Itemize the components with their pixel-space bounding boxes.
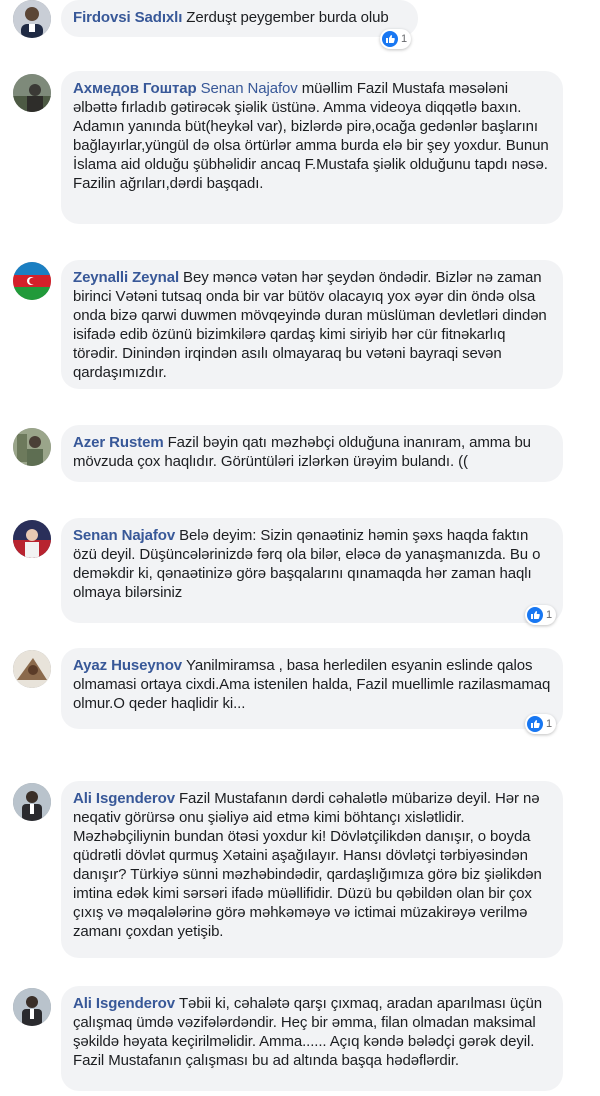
reaction-count[interactable]: 1 xyxy=(380,29,412,49)
like-icon xyxy=(382,31,398,47)
avatar[interactable] xyxy=(13,428,51,466)
comment-author[interactable]: Firdovsi Sadıxlı xyxy=(73,9,182,26)
comment-bubble: Firdovsi Sadıxlı Zerduşt peygember burda … xyxy=(61,0,418,37)
comment-author[interactable]: Ali Isgenderov xyxy=(73,790,175,807)
comment-bubble: Ахмедов Гоштар Senan Najafov müəllim Fazi… xyxy=(61,71,563,224)
comment-text: Fazil Mustafanın dərdi cəhalətlə mübariz… xyxy=(73,790,542,940)
comment-author[interactable]: Azer Rustem xyxy=(73,434,164,451)
avatar[interactable] xyxy=(13,0,51,38)
comment-bubble: Ayaz Huseynov Yanilmiramsa , basa herledi… xyxy=(61,648,563,729)
mention-link[interactable]: Senan Najafov xyxy=(201,80,298,97)
avatar[interactable] xyxy=(13,262,51,300)
avatar[interactable] xyxy=(13,520,51,558)
avatar[interactable] xyxy=(13,988,51,1026)
comment-bubble: Senan Najafov Belə deyim: Sizin qənaətini… xyxy=(61,518,563,623)
like-icon xyxy=(527,716,543,732)
comment-author[interactable]: Ахмедов Гоштар xyxy=(73,80,197,97)
reaction-number: 1 xyxy=(546,718,553,730)
comment-bubble: Zeynalli Zeynal Bey məncə vətən hər şeydə… xyxy=(61,260,563,389)
reaction-count[interactable]: 1 xyxy=(525,605,557,625)
avatar[interactable] xyxy=(13,783,51,821)
comment-author[interactable]: Zeynalli Zeynal xyxy=(73,269,179,286)
comment-author[interactable]: Ali Isgenderov xyxy=(73,995,175,1012)
comment-text: Zerduşt peygember burda olub xyxy=(186,9,389,26)
reaction-number: 1 xyxy=(401,33,408,45)
comment-author[interactable]: Senan Najafov xyxy=(73,527,175,544)
comment-bubble: Azer Rustem Fazil bəyin qatı məzhəbçi old… xyxy=(61,425,563,482)
reaction-number: 1 xyxy=(546,609,553,621)
reaction-count[interactable]: 1 xyxy=(525,714,557,734)
comment-bubble: Ali Isgenderov Təbii ki, cəhalətə qarşı ç… xyxy=(61,986,563,1091)
comment-bubble: Ali Isgenderov Fazil Mustafanın dərdi cəh… xyxy=(61,781,563,958)
comment-text-line: Fazilin ağrıları,dərdi başqadı. xyxy=(73,175,264,192)
avatar[interactable] xyxy=(13,74,51,112)
avatar[interactable] xyxy=(13,650,51,688)
like-icon xyxy=(527,607,543,623)
comment-author[interactable]: Ayaz Huseynov xyxy=(73,657,182,674)
